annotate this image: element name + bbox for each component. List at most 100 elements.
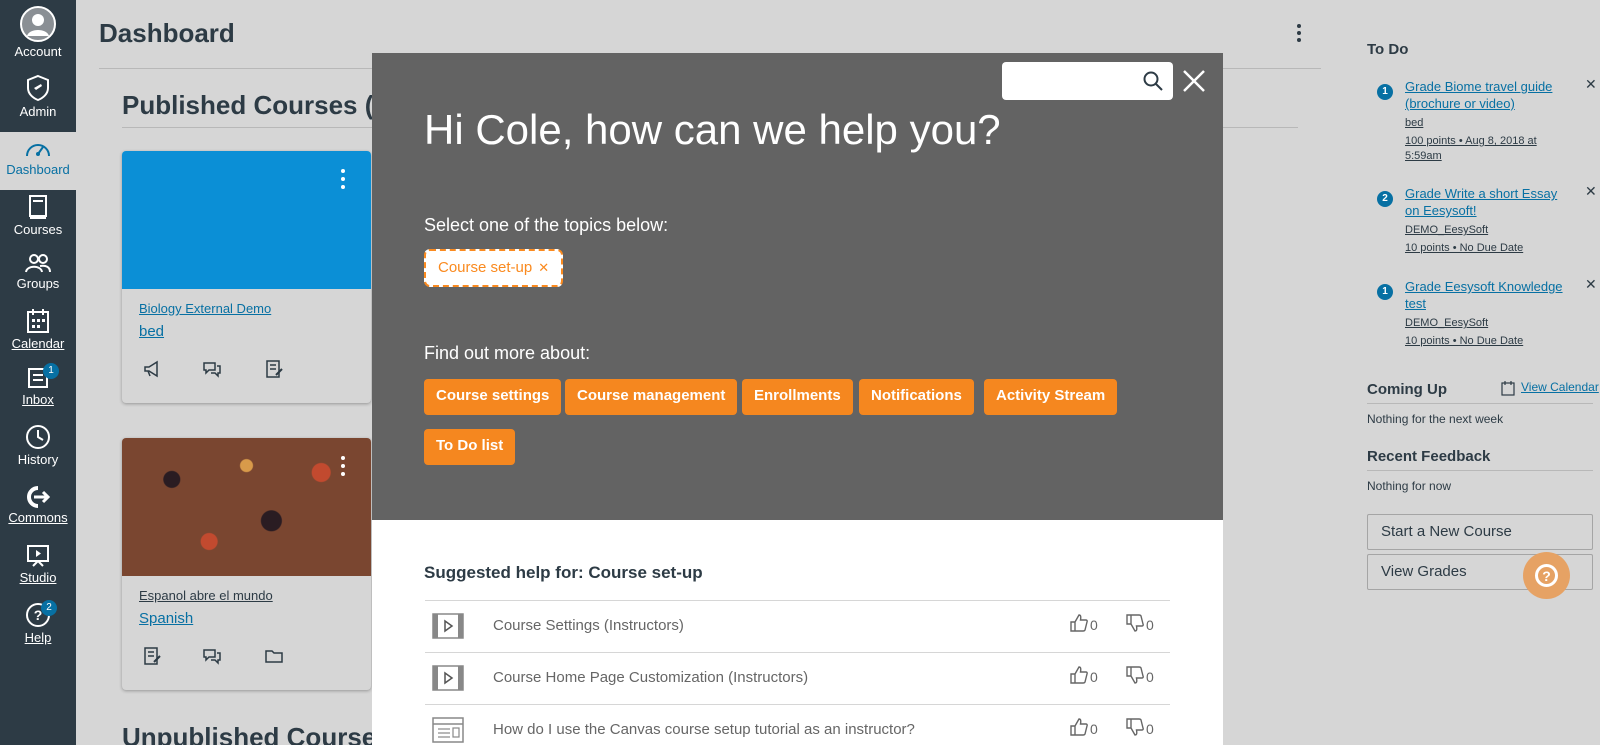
todo-course[interactable]: bed [1405, 117, 1423, 129]
thumbs-down-count: 0 [1146, 669, 1154, 685]
nav-inbox-label: Inbox [22, 392, 54, 407]
calendar-icon[interactable] [1501, 380, 1515, 396]
course-card-code[interactable]: Spanish [139, 610, 193, 627]
todo-title-link[interactable]: Grade Biome travel guide (brochure or vi… [1405, 78, 1565, 112]
assignments-icon[interactable] [142, 646, 162, 666]
divider [1367, 470, 1593, 471]
nav-inbox[interactable]: 1 Inbox [0, 363, 76, 407]
nav-help[interactable]: ? 2 Help [0, 600, 76, 645]
shield-icon [27, 74, 49, 102]
todo-course[interactable]: DEMO_EesySoft [1405, 224, 1488, 236]
topic-enrollments[interactable]: Enrollments [742, 379, 853, 415]
clock-icon [26, 425, 50, 449]
topic-course-management[interactable]: Course management [565, 379, 738, 415]
remove-topic-icon[interactable]: ✕ [538, 260, 549, 275]
discussions-icon[interactable] [202, 646, 222, 666]
help-greeting: Hi Cole, how can we help you? [424, 106, 1001, 153]
course-card-name[interactable]: Biology External Demo [139, 301, 271, 316]
card-options-button[interactable] [341, 456, 345, 480]
nav-commons-label: Commons [8, 510, 68, 525]
thumbs-down-count: 0 [1146, 721, 1154, 737]
course-card-hero[interactable] [122, 151, 371, 289]
todo-heading: To Do [1367, 41, 1409, 58]
course-card-spanish[interactable]: Espanol abre el mundo Spanish [122, 438, 371, 690]
help-article-title[interactable]: How do I use the Canvas course setup tut… [493, 721, 915, 738]
discussions-icon[interactable] [202, 359, 222, 379]
todo-count-badge: 1 [1377, 84, 1393, 100]
help-search[interactable] [1002, 62, 1173, 100]
course-card-code[interactable]: bed [139, 323, 164, 340]
nav-calendar[interactable]: Calendar [0, 308, 76, 351]
global-nav: Account Admin Dashboard Courses Groups C… [0, 0, 76, 745]
nav-courses-label: Courses [13, 222, 63, 237]
thumbs-down-count: 0 [1146, 617, 1154, 633]
thumbs-up-icon[interactable] [1069, 717, 1089, 737]
dismiss-icon[interactable]: ✕ [1585, 183, 1597, 200]
course-card-hero[interactable] [122, 438, 371, 576]
nav-dashboard-label: Dashboard [6, 162, 70, 177]
topic-activity-stream[interactable]: Activity Stream [984, 379, 1118, 415]
nav-commons[interactable]: Commons [0, 486, 76, 525]
studio-icon [27, 545, 49, 567]
published-courses-heading: Published Courses (5 [122, 90, 388, 120]
start-new-course-button[interactable]: Start a New Course [1367, 514, 1593, 550]
todo-meta[interactable]: 10 points • No Due Date [1405, 241, 1565, 256]
thumbs-down-icon[interactable] [1125, 613, 1145, 633]
help-article-row[interactable]: Course Settings (Instructors) 0 0 [425, 600, 1170, 652]
help-article-row[interactable]: Course Home Page Customization (Instruct… [425, 652, 1170, 704]
thumbs-up-icon[interactable] [1069, 665, 1089, 685]
divider [1367, 403, 1593, 404]
todo-meta[interactable]: 10 points • No Due Date [1405, 334, 1565, 349]
nav-admin[interactable]: Admin [0, 74, 76, 119]
view-calendar-link[interactable]: View Calendar [1521, 380, 1599, 394]
announcements-icon[interactable] [142, 359, 162, 379]
help-dialog-header: Hi Cole, how can we help you? Select one… [372, 53, 1223, 520]
help-search-input[interactable] [1010, 62, 1140, 98]
todo-title-link[interactable]: Grade Eesysoft Knowledge test [1405, 278, 1565, 312]
thumbs-down-icon[interactable] [1125, 717, 1145, 737]
nav-dashboard[interactable]: Dashboard [0, 132, 76, 190]
course-card-biology[interactable]: Biology External Demo bed [122, 151, 371, 403]
topic-course-settings[interactable]: Course settings [424, 379, 562, 415]
select-topic-label: Select one of the topics below: [424, 215, 669, 235]
nav-history-label: History [17, 452, 59, 467]
floating-help-button[interactable]: ? [1523, 552, 1570, 599]
nav-history[interactable]: History [0, 424, 76, 467]
nav-courses[interactable]: Courses [0, 194, 76, 237]
recent-feedback-heading: Recent Feedback [1367, 448, 1491, 465]
nav-account[interactable]: Account [0, 6, 76, 59]
selected-topic-chip[interactable]: Course set-up ✕ [424, 249, 564, 287]
card-options-button[interactable] [341, 169, 345, 193]
search-icon[interactable] [1143, 71, 1163, 91]
thumbs-up-icon[interactable] [1069, 613, 1089, 633]
selected-topic-label: Course set-up [438, 259, 533, 276]
dismiss-icon[interactable]: ✕ [1585, 76, 1597, 93]
assignments-icon[interactable] [264, 359, 284, 379]
dashboard-options-button[interactable] [1296, 24, 1302, 44]
help-article-title[interactable]: Course Home Page Customization (Instruct… [493, 669, 808, 686]
todo-count-badge: 1 [1377, 284, 1393, 300]
todo-count-badge: 2 [1377, 191, 1393, 207]
nav-groups[interactable]: Groups [0, 252, 76, 291]
speedometer-icon [26, 144, 50, 157]
video-icon [432, 665, 464, 691]
thumbs-down-icon[interactable] [1125, 665, 1145, 685]
close-icon[interactable] [1181, 68, 1207, 94]
topic-to-do-list[interactable]: To Do list [424, 429, 516, 465]
help-article-title[interactable]: Course Settings (Instructors) [493, 617, 684, 634]
article-icon [432, 717, 464, 743]
coming-up-empty: Nothing for the next week [1367, 412, 1504, 426]
folder-icon[interactable] [264, 646, 284, 666]
dismiss-icon[interactable]: ✕ [1585, 276, 1597, 293]
course-card-name[interactable]: Espanol abre el mundo [139, 588, 273, 603]
nav-studio[interactable]: Studio [0, 544, 76, 585]
todo-course[interactable]: DEMO_EesySoft [1405, 317, 1488, 329]
help-article-row[interactable]: How do I use the Canvas course setup tut… [425, 704, 1170, 745]
todo-title-link[interactable]: Grade Write a short Essay on Eesysoft! [1405, 185, 1565, 219]
feedback-empty: Nothing for now [1367, 479, 1452, 493]
todo-meta[interactable]: 100 points • Aug 8, 2018 at 5:59am [1405, 134, 1565, 164]
nav-calendar-label: Calendar [11, 336, 65, 351]
coming-up-heading: Coming Up [1367, 381, 1447, 398]
topic-notifications[interactable]: Notifications [859, 379, 974, 415]
find-out-label: Find out more about: [424, 343, 591, 363]
